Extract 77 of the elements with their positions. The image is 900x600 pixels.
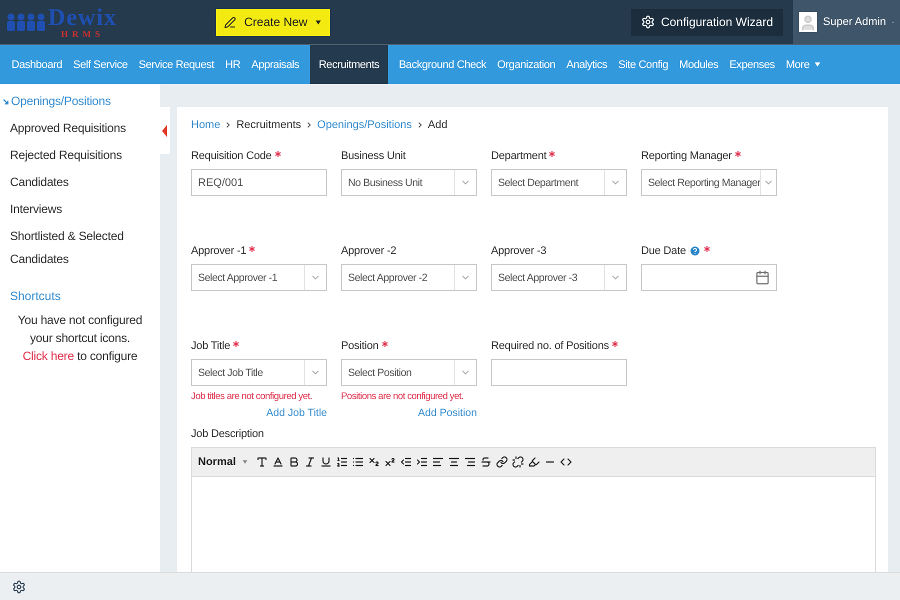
format-select[interactable]: Normal bbox=[198, 456, 252, 468]
shortcuts-heading: Shortcuts bbox=[9, 288, 62, 305]
help-icon[interactable] bbox=[688, 245, 701, 257]
people-icon bbox=[6, 12, 46, 32]
date-field[interactable] bbox=[641, 264, 777, 291]
nav-tab[interactable]: Recruitments bbox=[310, 45, 388, 84]
select-field[interactable]: Select Approver -3 bbox=[491, 264, 627, 291]
required-icon bbox=[612, 341, 618, 347]
select-field[interactable]: Select Department bbox=[491, 169, 627, 196]
gear-icon bbox=[640, 15, 655, 29]
pen-icon bbox=[224, 16, 236, 28]
breadcrumb-item: Add bbox=[428, 119, 448, 131]
required-icon bbox=[549, 151, 556, 157]
bold-icon[interactable] bbox=[288, 456, 300, 468]
sidebar-item[interactable]: Rejected Requisitions bbox=[0, 144, 150, 167]
user-menu[interactable]: Super Admin bbox=[793, 0, 900, 44]
sidebar-item[interactable]: Approved Requisitions bbox=[0, 117, 150, 140]
required-icon bbox=[382, 341, 388, 347]
link-icon[interactable] bbox=[496, 456, 508, 468]
strikethrough-icon[interactable] bbox=[480, 456, 492, 468]
underline-icon[interactable] bbox=[320, 456, 332, 468]
field-label: Required no. of Positions bbox=[491, 339, 627, 353]
configure-link[interactable]: Click here bbox=[22, 349, 74, 363]
field-label: Position bbox=[341, 339, 477, 353]
field-label: Department bbox=[491, 149, 627, 163]
indent-icon[interactable] bbox=[416, 456, 428, 468]
select-field[interactable]: Select Job Title bbox=[191, 359, 327, 386]
select-field[interactable]: Select Position bbox=[341, 359, 477, 386]
field-label: Approver -1 bbox=[191, 244, 327, 258]
error-message: Job titles are not configured yet. bbox=[191, 391, 314, 402]
field-label: Approver -2 bbox=[341, 244, 398, 258]
highlighter-icon[interactable] bbox=[528, 456, 540, 468]
logo: Dewix HRMS bbox=[0, 6, 200, 38]
field-label: Job Title bbox=[191, 339, 327, 353]
italic-icon[interactable] bbox=[304, 456, 316, 468]
superscript-icon[interactable] bbox=[384, 456, 396, 468]
unlink-icon[interactable] bbox=[512, 456, 524, 468]
select-field[interactable]: Select Approver -1 bbox=[191, 264, 327, 291]
align-left-icon[interactable] bbox=[432, 456, 444, 468]
select-field[interactable]: Select Approver -2 bbox=[341, 264, 477, 291]
align-right-icon[interactable] bbox=[464, 456, 476, 468]
subscript-icon[interactable] bbox=[368, 456, 380, 468]
select-field[interactable]: No Business Unit bbox=[341, 169, 477, 196]
select-field[interactable]: Select Reporting Manager bbox=[641, 169, 777, 196]
font-size-icon[interactable] bbox=[256, 456, 268, 468]
field-label: Business Unit bbox=[341, 149, 407, 163]
field-label: Approver -3 bbox=[491, 244, 548, 258]
field-label: Reporting Manager bbox=[641, 149, 777, 163]
sidebar-item[interactable]: Interviews bbox=[0, 198, 150, 221]
error-message: Positions are not configured yet. bbox=[341, 391, 465, 402]
align-center-icon[interactable] bbox=[448, 456, 460, 468]
shortcut-message: You have not configured your shortcut icons. Click here to configure bbox=[16, 312, 144, 365]
create-new-button[interactable]: Create New bbox=[216, 8, 330, 36]
field-label: Requisition Code bbox=[191, 149, 327, 163]
sidebar-item[interactable]: Shortlisted & Selected Candidates bbox=[0, 225, 150, 271]
code-icon[interactable] bbox=[560, 456, 572, 468]
settings-icon[interactable] bbox=[12, 580, 26, 594]
required-icon bbox=[704, 246, 710, 252]
field-label: Due Date bbox=[641, 244, 777, 258]
sidebar-item[interactable]: Candidates bbox=[0, 171, 150, 194]
field-label: Job Description bbox=[191, 427, 265, 441]
numbered-list-icon[interactable] bbox=[336, 456, 348, 468]
text-field[interactable]: REQ/001 bbox=[191, 169, 327, 196]
outdent-icon[interactable] bbox=[400, 456, 412, 468]
configuration-wizard-button[interactable]: Configuration Wizard bbox=[630, 8, 783, 36]
text-color-icon[interactable] bbox=[272, 456, 284, 468]
required-icon bbox=[233, 341, 240, 347]
rich-text-editor[interactable]: Normal bbox=[191, 447, 876, 572]
calendar-icon bbox=[755, 270, 770, 285]
avatar-icon bbox=[799, 12, 817, 32]
required-icon bbox=[274, 151, 281, 157]
bullet-list-icon[interactable] bbox=[352, 456, 364, 468]
required-icon bbox=[249, 246, 256, 252]
text-field[interactable] bbox=[491, 359, 627, 386]
breadcrumb-item: Recruitments bbox=[236, 119, 302, 131]
collapse-tab[interactable] bbox=[160, 107, 170, 154]
required-icon bbox=[734, 151, 741, 157]
